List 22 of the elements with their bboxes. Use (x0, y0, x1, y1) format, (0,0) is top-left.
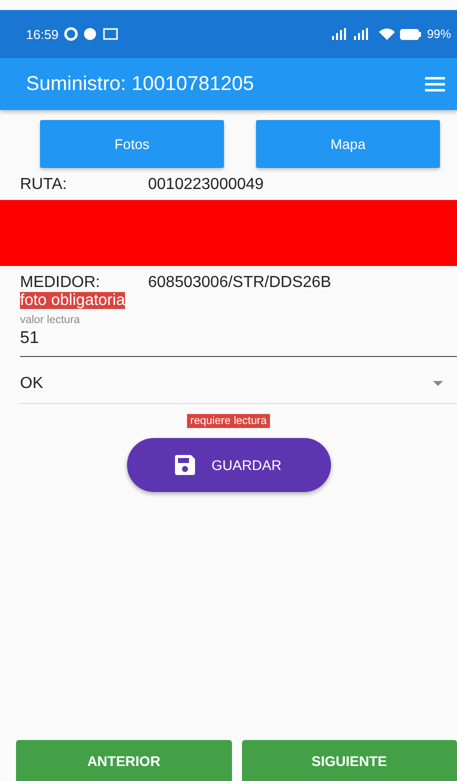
reading-field[interactable]: valor lectura 51 (20, 314, 457, 357)
save-icon (175, 455, 196, 475)
field-label: MEDIDOR: (20, 274, 101, 292)
app-title: Suministro: 10010781205 (26, 72, 254, 96)
action-button[interactable]: Mapa (256, 120, 440, 168)
notification-icons (64, 27, 120, 41)
wifi-icon (378, 28, 395, 40)
nav-button[interactable]: ANTERIOR (16, 740, 232, 781)
battery-percent: 99% (426, 27, 451, 41)
field-value: 0010223000049 (148, 176, 264, 194)
warning-label: requiere lectura (187, 414, 270, 428)
dropdown-caret-icon (433, 381, 443, 387)
nav-button[interactable]: SIGUIENTE (242, 740, 457, 781)
status-time: 16:59 (26, 26, 59, 42)
field-label: RUTA: (20, 176, 68, 194)
warning-label: foto obligatoria (20, 292, 125, 309)
save-button[interactable]: GUARDAR (126, 438, 330, 492)
action-button[interactable]: Fotos (40, 120, 224, 168)
status-dropdown[interactable]: OK (20, 357, 457, 404)
field-value: 608503006/STR/DDS26B (148, 274, 332, 292)
menu-icon[interactable] (425, 76, 445, 92)
battery-icon (400, 28, 422, 40)
